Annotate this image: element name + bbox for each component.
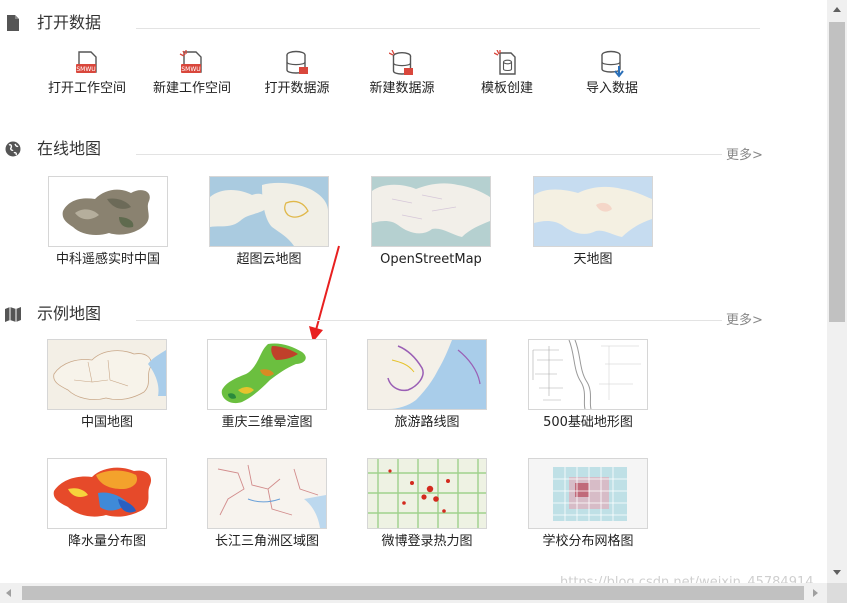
map-thumbnail xyxy=(533,176,653,247)
scroll-down-icon[interactable] xyxy=(833,570,841,575)
map-thumbnail xyxy=(367,458,487,529)
map-thumbnail xyxy=(207,458,327,529)
template-create-button[interactable]: 模板创建 xyxy=(462,50,552,98)
map-thumbnail xyxy=(48,176,168,247)
section-title-open-data: 打开数据 xyxy=(37,13,102,32)
horizontal-scrollbar[interactable] xyxy=(0,583,827,603)
sample-map-card[interactable]: 学校分布网格图 xyxy=(528,458,648,550)
online-map-card[interactable]: OpenStreetMap xyxy=(371,176,491,268)
sample-map-card[interactable]: 中国地图 xyxy=(47,339,167,431)
sample-map-card[interactable]: 重庆三维晕渲图 xyxy=(207,339,327,431)
open-workspace-button[interactable]: SMWU 打开工作空间 xyxy=(42,50,132,98)
globe-icon xyxy=(5,141,21,157)
svg-text:SMWU: SMWU xyxy=(76,66,95,73)
sample-map-card[interactable]: 降水量分布图 xyxy=(47,458,167,550)
new-workspace-icon: SMWU xyxy=(179,50,202,73)
map-thumbnail xyxy=(367,339,487,410)
map-icon xyxy=(5,307,21,322)
scroll-right-icon[interactable] xyxy=(813,589,818,597)
scroll-up-icon[interactable] xyxy=(833,7,841,12)
divider xyxy=(136,154,722,155)
divider xyxy=(136,28,760,29)
map-thumbnail xyxy=(209,176,329,247)
document-icon xyxy=(7,15,19,31)
section-title-online-maps: 在线地图 xyxy=(37,139,102,158)
scroll-left-icon[interactable] xyxy=(6,589,11,597)
vertical-scrollbar[interactable] xyxy=(827,0,847,603)
sample-maps-more-link[interactable]: 更多> xyxy=(726,309,763,328)
import-data-button[interactable]: 导入数据 xyxy=(567,50,657,98)
sample-map-card[interactable]: 长江三角洲区域图 xyxy=(207,458,327,550)
scrollbar-corner xyxy=(827,583,847,603)
open-workspace-icon: SMWU xyxy=(76,51,97,73)
divider xyxy=(136,320,722,321)
online-map-card[interactable]: 中科遥感实时中国 xyxy=(48,176,168,268)
new-datasource-button[interactable]: 新建数据源 xyxy=(357,50,447,98)
sample-map-card[interactable]: 500基础地形图 xyxy=(528,339,648,431)
online-map-card[interactable]: 天地图 xyxy=(533,176,653,268)
vertical-scroll-thumb[interactable] xyxy=(829,22,845,322)
open-datasource-button[interactable]: 打开数据源 xyxy=(252,50,342,98)
horizontal-scroll-thumb[interactable] xyxy=(22,586,804,600)
template-create-icon xyxy=(494,50,516,75)
map-thumbnail xyxy=(47,458,167,529)
new-workspace-button[interactable]: SMWU 新建工作空间 xyxy=(147,50,237,98)
online-maps-more-link[interactable]: 更多> xyxy=(726,144,763,163)
svg-text:SMWU: SMWU xyxy=(181,66,200,73)
map-thumbnail xyxy=(371,176,491,247)
map-thumbnail xyxy=(47,339,167,410)
sample-map-card[interactable]: 微博登录热力图 xyxy=(367,458,487,550)
open-datasource-icon xyxy=(286,50,308,74)
section-title-sample-maps: 示例地图 xyxy=(37,304,102,323)
annotation-arrow xyxy=(309,245,340,342)
import-data-icon xyxy=(601,50,624,78)
new-datasource-icon xyxy=(389,50,413,75)
map-thumbnail xyxy=(528,458,648,529)
sample-map-card[interactable]: 旅游路线图 xyxy=(367,339,487,431)
map-thumbnail xyxy=(207,339,327,410)
map-thumbnail xyxy=(528,339,648,410)
